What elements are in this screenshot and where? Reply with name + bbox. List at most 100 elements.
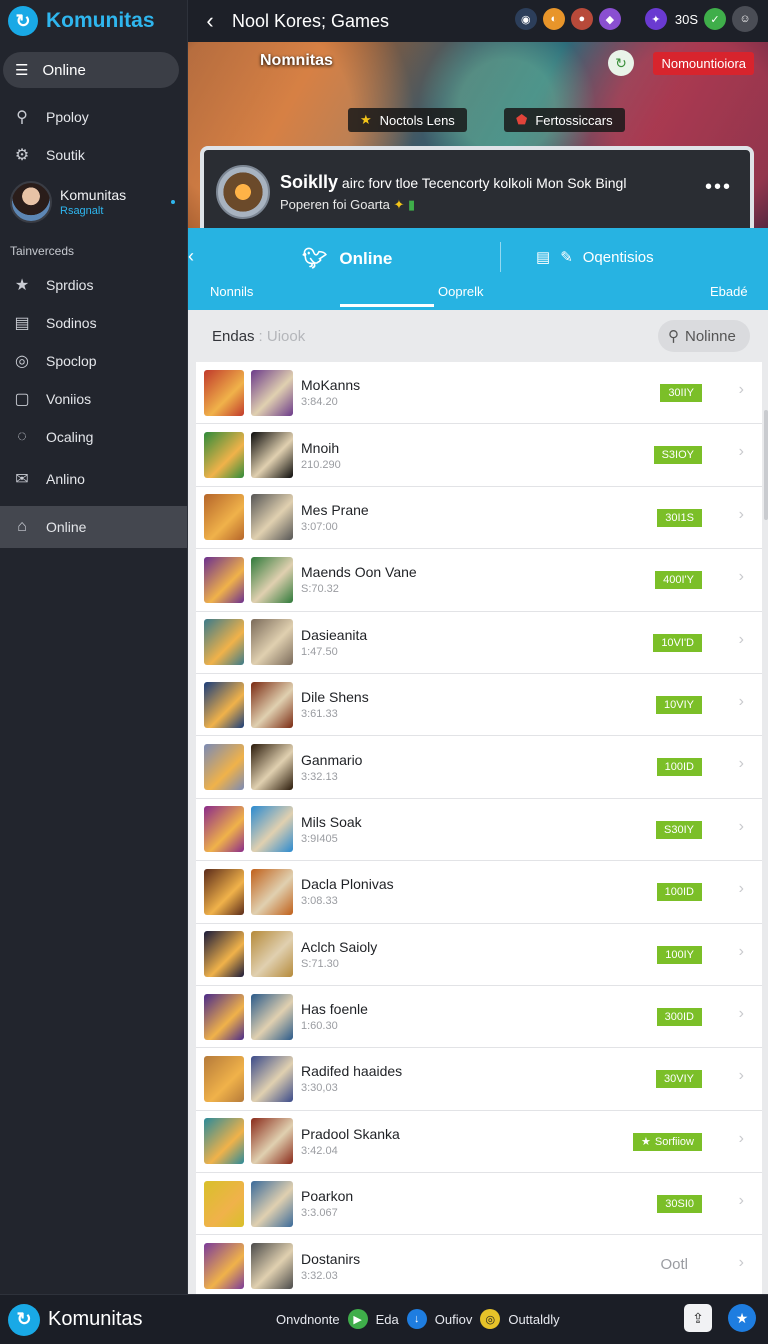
sidebar-item-anlino[interactable]: ✉ Anlino bbox=[0, 460, 187, 498]
status-badge[interactable]: 30VIY bbox=[656, 1070, 702, 1089]
status-badge[interactable]: ★ Sorfiiow bbox=[633, 1132, 702, 1151]
party-icon[interactable]: ✦ bbox=[644, 8, 667, 30]
sidebar-item-voniios[interactable]: ▢ Voniios bbox=[0, 380, 187, 418]
friends-icon[interactable]: ● bbox=[570, 8, 593, 30]
chevron-right-icon[interactable]: › bbox=[739, 506, 744, 524]
sidebar-item-spoclop[interactable]: ◎ Spoclop bbox=[0, 342, 187, 380]
gear-icon: ⚙ bbox=[14, 147, 30, 164]
hero-pill-fertossiccars[interactable]: ⬟ Fertossiccars bbox=[504, 108, 625, 132]
chevron-right-icon[interactable]: › bbox=[739, 443, 744, 461]
coin-icon[interactable]: ◐ bbox=[542, 8, 565, 30]
search-input[interactable]: ⚲ Nolinne bbox=[658, 320, 750, 352]
hero-badge[interactable]: Nomountioiora bbox=[653, 52, 754, 75]
scrollbar[interactable] bbox=[764, 410, 768, 520]
table-row[interactable]: Poarkon 3:3.067 30SI0 › bbox=[196, 1173, 762, 1236]
table-row[interactable]: Mnoih 210.290 S3IOY › bbox=[196, 424, 762, 487]
chevron-right-icon[interactable]: › bbox=[739, 568, 744, 586]
sidebar-profile[interactable]: Komunitas Rsagnalt bbox=[0, 174, 187, 230]
chevron-right-icon[interactable]: › bbox=[739, 1254, 744, 1272]
list-header: Endas : Uiook ⚲ Nolinne bbox=[188, 310, 768, 362]
status-badge[interactable]: 100ID bbox=[656, 758, 702, 777]
status-badge[interactable]: 10VI'D bbox=[653, 633, 702, 652]
share-icon[interactable]: ⇪ bbox=[684, 1304, 712, 1332]
komunitas-logo-icon[interactable]: ↻ bbox=[8, 1303, 40, 1336]
sidebar-item-soutik[interactable]: ⚙ Soutik bbox=[0, 136, 187, 174]
game-thumbnail bbox=[204, 931, 244, 978]
table-row[interactable]: Dile Shens 3:61.33 10VIY › bbox=[196, 674, 762, 737]
table-row[interactable]: Pradool Skanka 3:42.04 ★ Sorfiiow › bbox=[196, 1111, 762, 1174]
chevron-right-icon[interactable]: › bbox=[739, 1067, 744, 1085]
back-arrow-icon[interactable]: ‹ bbox=[188, 8, 232, 34]
chevron-right-icon[interactable]: › bbox=[739, 1130, 744, 1148]
coin-icon: ◎ bbox=[480, 1309, 501, 1329]
status-check-icon[interactable]: ✓ bbox=[704, 8, 726, 30]
table-row[interactable]: Maends Oon Vane S:70.32 400I'Y › bbox=[196, 549, 762, 612]
table-row[interactable]: Ganmario 3:32.13 100ID › bbox=[196, 736, 762, 799]
table-row[interactable]: Aclch Saioly S:71.30 100IY › bbox=[196, 924, 762, 986]
table-row[interactable]: Dacla Plonivas 3:08.33 100ID › bbox=[196, 861, 762, 924]
chevron-right-icon[interactable]: › bbox=[739, 1192, 744, 1210]
tab-online[interactable]: 🐦︎ Online bbox=[302, 246, 392, 271]
sidebar-item-ocaling[interactable]: ◌ Ocaling bbox=[0, 418, 187, 456]
status-badge[interactable]: 100ID bbox=[656, 883, 702, 902]
row-title: Aclch Saioly bbox=[301, 938, 378, 955]
hero-title: Nomnitas bbox=[260, 52, 333, 69]
tab-oqentisios[interactable]: ▤ ✎ Oqentisios bbox=[536, 248, 654, 267]
status-badge[interactable]: 300ID bbox=[656, 1007, 702, 1026]
status-badge[interactable]: 10VIY bbox=[656, 695, 702, 714]
status-badge[interactable]: 30I1S bbox=[657, 508, 702, 527]
row-title: Mes Prane bbox=[301, 501, 369, 518]
status-badge[interactable]: S3IOY bbox=[653, 446, 702, 465]
status-badge[interactable]: S30IY bbox=[656, 820, 702, 839]
row-title: Dacla Plonivas bbox=[301, 876, 394, 893]
bottom-link-oufiov[interactable]: Oufiov bbox=[435, 1312, 473, 1327]
subtab-nonnils[interactable]: Nonnils bbox=[210, 284, 253, 299]
subtab-ebade[interactable]: Ebadé bbox=[710, 284, 748, 299]
top-bar: ‹ Nool Kores; Games ◉ ◐ ● ◆ ✦ 30S ✓ ☺ bbox=[188, 0, 768, 42]
refresh-icon[interactable]: ↻ bbox=[608, 50, 634, 76]
table-row[interactable]: Dostanirs 3:32.03 Ootl › bbox=[196, 1235, 762, 1298]
list-icon: ▤ bbox=[14, 315, 30, 332]
table-row[interactable]: Radifed haaides 3:30,03 30VIY › bbox=[196, 1048, 762, 1111]
status-badge[interactable]: 30SI0 bbox=[657, 1195, 702, 1214]
bottom-link-outtaldly[interactable]: Outtaldly bbox=[508, 1312, 559, 1327]
menu-icon: ☰ bbox=[15, 62, 29, 79]
bottom-link-onvdnonte[interactable]: Onvdnonte bbox=[276, 1312, 340, 1327]
more-options-icon[interactable]: ••• bbox=[705, 176, 732, 199]
status-badge[interactable]: 400I'Y bbox=[655, 571, 702, 590]
chevron-right-icon[interactable]: › bbox=[739, 755, 744, 773]
chevron-right-icon[interactable]: › bbox=[739, 880, 744, 898]
sidebar-online-pill[interactable]: ☰ Online bbox=[3, 52, 179, 88]
featured-card[interactable]: Soiklly airc forv tloe Tecencorty kolkol… bbox=[200, 146, 754, 228]
bottom-link-eda[interactable]: Eda bbox=[376, 1312, 399, 1327]
chevron-right-icon[interactable]: › bbox=[739, 693, 744, 711]
crystal-icon[interactable]: ◆ bbox=[598, 8, 621, 30]
chevron-right-icon[interactable]: › bbox=[739, 631, 744, 649]
featured-subline: Poperen foi Goarta ✦ ▮ bbox=[280, 196, 416, 212]
table-row[interactable]: MoKanns 3:84.20 30IIY › bbox=[196, 362, 762, 425]
chevron-right-icon[interactable]: › bbox=[739, 381, 744, 399]
status-badge[interactable]: 100IY bbox=[657, 945, 702, 964]
chevron-right-icon[interactable]: › bbox=[739, 1005, 744, 1023]
subtab-ooprelk[interactable]: Ooprelk bbox=[438, 284, 484, 299]
sidebar-item-ppoloy[interactable]: ⚲ Ppoloy bbox=[0, 98, 187, 136]
game-avatar-icon[interactable]: ◉ bbox=[514, 8, 537, 30]
chevron-right-icon[interactable]: › bbox=[739, 943, 744, 961]
favorite-star-icon[interactable]: ★ bbox=[728, 1304, 756, 1332]
table-row[interactable]: Dasieanita 1:47.50 10VI'D › bbox=[196, 612, 762, 674]
table-row[interactable]: Has foenle 1:60.30 300ID › bbox=[196, 986, 762, 1049]
brand[interactable]: ↻ Komunitas bbox=[0, 0, 187, 42]
chevron-right-icon[interactable]: › bbox=[739, 818, 744, 836]
tab-prev-icon[interactable]: ‹ bbox=[188, 246, 194, 267]
table-row[interactable]: Mes Prane 3:07:00 30I1S › bbox=[196, 487, 762, 550]
hero-pill-noctols[interactable]: ★ Noctols Lens bbox=[348, 108, 467, 132]
status-badge[interactable]: 30IIY bbox=[660, 384, 702, 402]
user-avatar[interactable]: ☺ bbox=[732, 6, 758, 32]
sidebar-item-sodinos[interactable]: ▤ Sodinos bbox=[0, 304, 187, 342]
sidebar-item-online[interactable]: ⌂ Online bbox=[0, 506, 187, 548]
sidebar-item-sprdios[interactable]: ★ Sprdios bbox=[0, 266, 187, 304]
table-row[interactable]: Mils Soak 3:9I405 S30IY › bbox=[196, 799, 762, 862]
game-thumbnail bbox=[204, 494, 244, 541]
sidebar-item-label: Spoclop bbox=[46, 353, 97, 369]
sidebar-section-label: Tainverceds bbox=[10, 244, 75, 258]
